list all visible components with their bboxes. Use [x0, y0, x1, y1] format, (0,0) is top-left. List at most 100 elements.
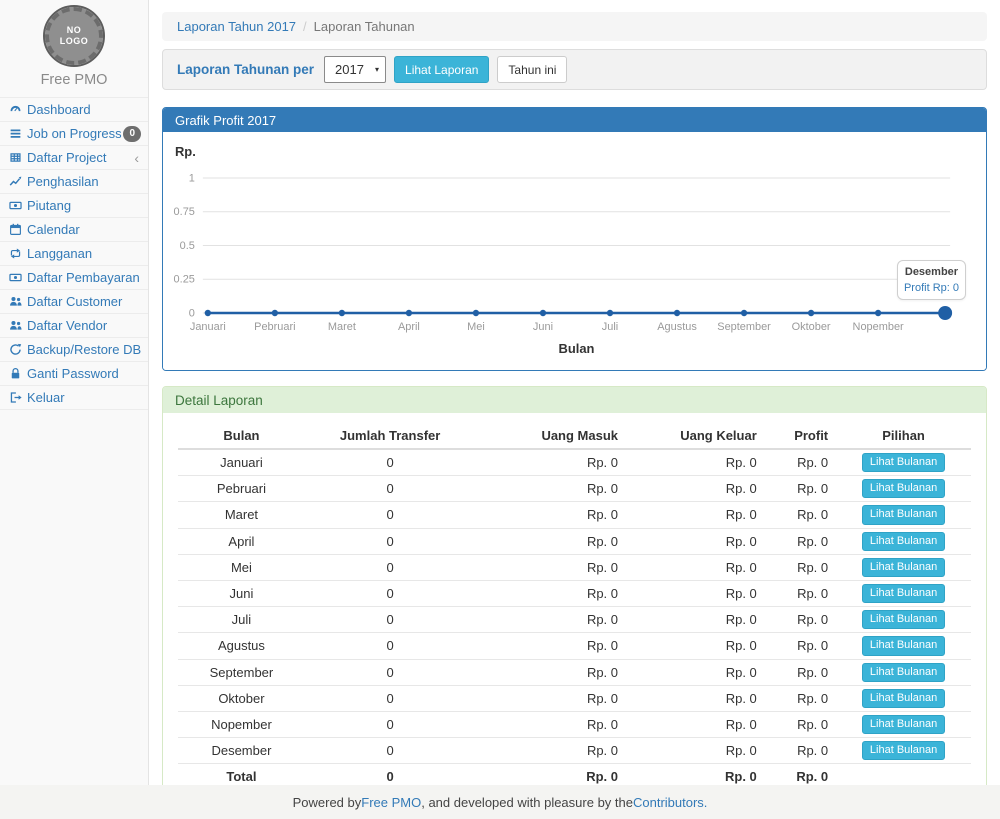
cell-uang-keluar: Rp. 0	[626, 449, 765, 476]
sidebar-item-dashboard[interactable]: Dashboard	[0, 98, 148, 121]
cell-profit: Rp. 0	[765, 554, 836, 580]
cell-profit: Rp. 0	[765, 738, 836, 764]
cell-jumlah-transfer: 0	[305, 711, 475, 737]
cell-profit: Rp. 0	[765, 476, 836, 502]
sidebar-item-ganti-password[interactable]: Ganti Password	[0, 362, 148, 385]
cell-uang-masuk: Rp. 0	[475, 449, 626, 476]
cell-profit: Rp. 0	[765, 580, 836, 606]
sidebar-item-label: Langganan	[27, 246, 92, 261]
cell-bulan: April	[178, 528, 305, 554]
table-row: Nopember0Rp. 0Rp. 0Rp. 0Lihat Bulanan	[178, 711, 971, 737]
sidebar-item-keluar[interactable]: Keluar	[0, 386, 148, 409]
sidebar-item-label: Daftar Customer	[27, 294, 122, 309]
sidebar-item-job-on-progress[interactable]: Job on Progress0	[0, 122, 148, 145]
column-header-jumlah-transfer: Jumlah Transfer	[305, 423, 475, 449]
svg-text:Agustus: Agustus	[657, 321, 697, 333]
sidebar-item-daftar-vendor[interactable]: Daftar Vendor	[0, 314, 148, 337]
table-row: September0Rp. 0Rp. 0Rp. 0Lihat Bulanan	[178, 659, 971, 685]
tahun-ini-button[interactable]: Tahun ini	[497, 56, 567, 83]
lihat-bulanan-button[interactable]: Lihat Bulanan	[862, 715, 945, 734]
cell-jumlah-transfer: 0	[305, 607, 475, 633]
lihat-bulanan-button[interactable]: Lihat Bulanan	[862, 479, 945, 498]
sidebar-item-piutang[interactable]: Piutang	[0, 194, 148, 217]
table-row: Januari0Rp. 0Rp. 0Rp. 0Lihat Bulanan	[178, 449, 971, 476]
cell-pilihan: Lihat Bulanan	[836, 476, 971, 502]
breadcrumb-link-laporan-tahun[interactable]: Laporan Tahun 2017	[177, 19, 296, 34]
lihat-bulanan-button[interactable]: Lihat Bulanan	[862, 453, 945, 472]
sidebar-item-penghasilan[interactable]: Penghasilan	[0, 170, 148, 193]
sign-out-icon	[9, 391, 22, 404]
cell-bulan: Juni	[178, 580, 305, 606]
caret-down-icon: ▾	[375, 65, 379, 74]
table-row: Mei0Rp. 0Rp. 0Rp. 0Lihat Bulanan	[178, 554, 971, 580]
sidebar-item-langganan[interactable]: Langganan	[0, 242, 148, 265]
cell-profit: Rp. 0	[765, 607, 836, 633]
cell-profit: Rp. 0	[765, 633, 836, 659]
lihat-bulanan-button[interactable]: Lihat Bulanan	[862, 663, 945, 682]
cell-bulan: Maret	[178, 502, 305, 528]
cell-bulan: Juli	[178, 607, 305, 633]
lihat-bulanan-button[interactable]: Lihat Bulanan	[862, 558, 945, 577]
cell-uang-keluar: Rp. 0	[626, 528, 765, 554]
column-header-uang-keluar: Uang Keluar	[626, 423, 765, 449]
profit-line-chart[interactable]: Rp.00.250.50.751JanuariPebruariMaretApri…	[163, 132, 986, 370]
cell-bulan: September	[178, 659, 305, 685]
svg-text:April: April	[398, 321, 420, 333]
cell-uang-masuk: Rp. 0	[475, 711, 626, 737]
money-icon	[9, 271, 22, 284]
cell-bulan: Agustus	[178, 633, 305, 659]
cell-pilihan: Lihat Bulanan	[836, 738, 971, 764]
cell-jumlah-transfer: 0	[305, 685, 475, 711]
cell-uang-masuk: Rp. 0	[475, 476, 626, 502]
breadcrumb-separator: /	[303, 19, 307, 34]
svg-text:Bulan: Bulan	[559, 341, 595, 356]
cell-uang-masuk: Rp. 0	[475, 554, 626, 580]
contributors-link[interactable]: Contributors.	[633, 795, 707, 810]
sidebar-item-label: Backup/Restore DB	[27, 342, 141, 357]
table-row: Pebruari0Rp. 0Rp. 0Rp. 0Lihat Bulanan	[178, 476, 971, 502]
sidebar-item-label: Piutang	[27, 198, 71, 213]
profit-chart-panel: Grafik Profit 2017 Rp.00.250.50.751Janua…	[162, 107, 987, 371]
sidebar-item-backup-restore-db[interactable]: Backup/Restore DB	[0, 338, 148, 361]
table-icon	[9, 151, 22, 164]
cell-profit: Rp. 0	[765, 685, 836, 711]
logo-area: NO LOGO Free PMO	[0, 0, 148, 97]
cell-uang-keluar: Rp. 0	[626, 607, 765, 633]
lihat-laporan-button[interactable]: Lihat Laporan	[394, 56, 489, 83]
sidebar-item-calendar[interactable]: Calendar	[0, 218, 148, 241]
year-select[interactable]: 2017 ▾	[324, 56, 386, 83]
column-header-uang-masuk: Uang Masuk	[475, 423, 626, 449]
lihat-bulanan-button[interactable]: Lihat Bulanan	[862, 584, 945, 603]
sidebar-item-label: Daftar Pembayaran	[27, 270, 140, 285]
dashboard-icon	[9, 103, 22, 116]
lock-icon	[9, 367, 22, 380]
cell-profit: Rp. 0	[765, 711, 836, 737]
free-pmo-link[interactable]: Free PMO	[361, 795, 421, 810]
sidebar-item-daftar-customer[interactable]: Daftar Customer	[0, 290, 148, 313]
chart-panel-title: Grafik Profit 2017	[163, 108, 986, 132]
lihat-bulanan-button[interactable]: Lihat Bulanan	[862, 741, 945, 760]
cell-pilihan: Lihat Bulanan	[836, 528, 971, 554]
cell-bulan: Januari	[178, 449, 305, 476]
users-icon	[9, 319, 22, 332]
lihat-bulanan-button[interactable]: Lihat Bulanan	[862, 505, 945, 524]
lihat-bulanan-button[interactable]: Lihat Bulanan	[862, 610, 945, 629]
footer-text-prefix: Powered by	[293, 795, 362, 810]
table-row: Juli0Rp. 0Rp. 0Rp. 0Lihat Bulanan	[178, 607, 971, 633]
lihat-bulanan-button[interactable]: Lihat Bulanan	[862, 636, 945, 655]
cell-bulan: Nopember	[178, 711, 305, 737]
cell-jumlah-transfer: 0	[305, 659, 475, 685]
sidebar-item-daftar-project[interactable]: Daftar Project‹	[0, 146, 148, 169]
chevron-left-icon: ‹	[134, 151, 139, 165]
year-select-value: 2017	[335, 62, 364, 77]
lihat-bulanan-button[interactable]: Lihat Bulanan	[862, 532, 945, 551]
lihat-bulanan-button[interactable]: Lihat Bulanan	[862, 689, 945, 708]
cell-uang-keluar: Rp. 0	[626, 476, 765, 502]
money-icon	[9, 199, 22, 212]
column-header-profit: Profit	[765, 423, 836, 449]
users-icon	[9, 295, 22, 308]
cell-bulan: Pebruari	[178, 476, 305, 502]
tasks-icon	[9, 127, 22, 140]
sidebar-item-daftar-pembayaran[interactable]: Daftar Pembayaran	[0, 266, 148, 289]
svg-text:Juli: Juli	[602, 321, 618, 333]
